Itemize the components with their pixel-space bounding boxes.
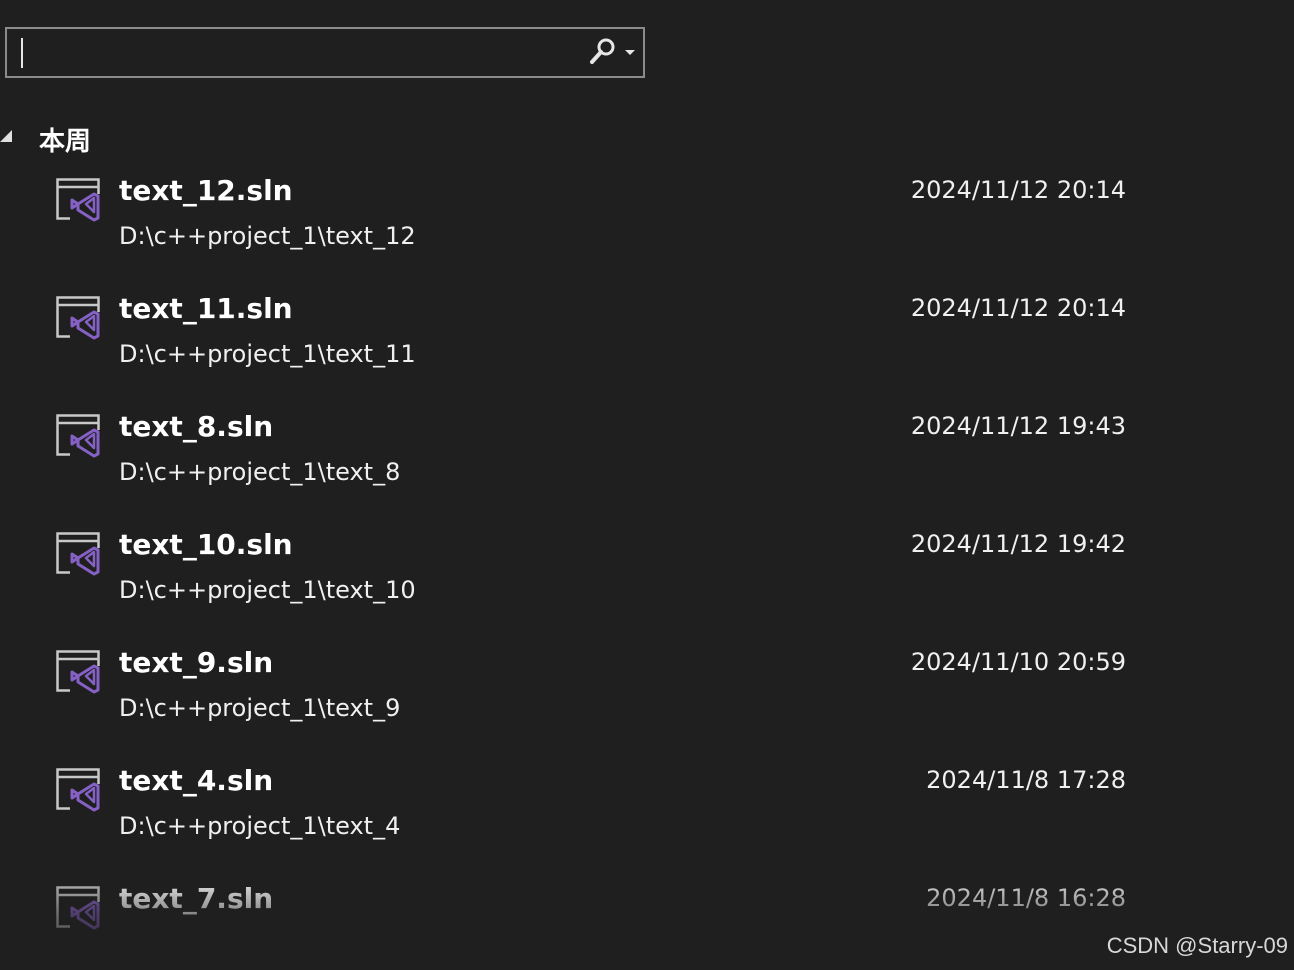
list-item[interactable]: text_11.sln D:\c++project_1\text_11 2024/1…	[50, 290, 1150, 390]
project-name: text_7.sln	[119, 882, 274, 915]
list-item[interactable]: text_8.sln D:\c++project_1\text_8 2024/11/…	[50, 408, 1150, 508]
list-item[interactable]: text_10.sln D:\c++project_1\text_10 2024/1…	[50, 526, 1150, 626]
project-date: 2024/11/10 20:59	[910, 648, 1126, 676]
search-button[interactable]	[587, 37, 639, 69]
project-name: text_10.sln	[119, 528, 293, 561]
project-date: 2024/11/12 20:14	[910, 176, 1126, 204]
text-caret	[21, 38, 23, 68]
list-item[interactable]: text_4.sln D:\c++project_1\text_4 2024/11/…	[50, 762, 1150, 862]
chevron-down-icon	[625, 50, 635, 55]
project-name: text_4.sln	[119, 764, 274, 797]
visual-studio-solution-icon	[56, 414, 102, 458]
collapse-triangle-icon[interactable]	[0, 130, 12, 142]
project-name: text_8.sln	[119, 410, 274, 443]
list-item[interactable]: text_7.sln 2024/11/8 16:28	[50, 880, 1150, 970]
search-box[interactable]	[5, 27, 645, 78]
visual-studio-solution-icon	[56, 768, 102, 812]
project-path: D:\c++project_1\text_11	[119, 340, 416, 368]
visual-studio-solution-icon	[56, 650, 102, 694]
project-path: D:\c++project_1\text_8	[119, 458, 401, 486]
visual-studio-solution-icon	[56, 296, 102, 340]
list-item[interactable]: text_9.sln D:\c++project_1\text_9 2024/11/…	[50, 644, 1150, 744]
project-name: text_9.sln	[119, 646, 274, 679]
project-date: 2024/11/12 19:43	[910, 412, 1126, 440]
list-item[interactable]: text_12.sln D:\c++project_1\text_12 2024/1…	[50, 172, 1150, 272]
search-icon	[590, 38, 635, 64]
project-date: 2024/11/12 20:14	[910, 294, 1126, 322]
recent-projects-panel: 本周 text_12.sln D:\c++project_1\text_12 202…	[0, 0, 1294, 970]
project-path: D:\c++project_1\text_4	[119, 812, 401, 840]
project-date: 2024/11/8 16:28	[926, 884, 1126, 912]
project-date: 2024/11/8 17:28	[926, 766, 1126, 794]
visual-studio-solution-icon	[56, 532, 102, 576]
project-path: D:\c++project_1\text_12	[119, 222, 416, 250]
search-input[interactable]	[17, 35, 577, 69]
project-path: D:\c++project_1\text_10	[119, 576, 416, 604]
group-label: 本周	[39, 127, 92, 157]
visual-studio-solution-icon	[56, 886, 102, 930]
project-date: 2024/11/12 19:42	[910, 530, 1126, 558]
group-header-this-week[interactable]: 本周	[0, 118, 400, 158]
project-name: text_12.sln	[119, 174, 293, 207]
project-path: D:\c++project_1\text_9	[119, 694, 401, 722]
project-name: text_11.sln	[119, 292, 293, 325]
visual-studio-solution-icon	[56, 178, 102, 222]
watermark: CSDN @Starry-09	[1106, 933, 1288, 958]
